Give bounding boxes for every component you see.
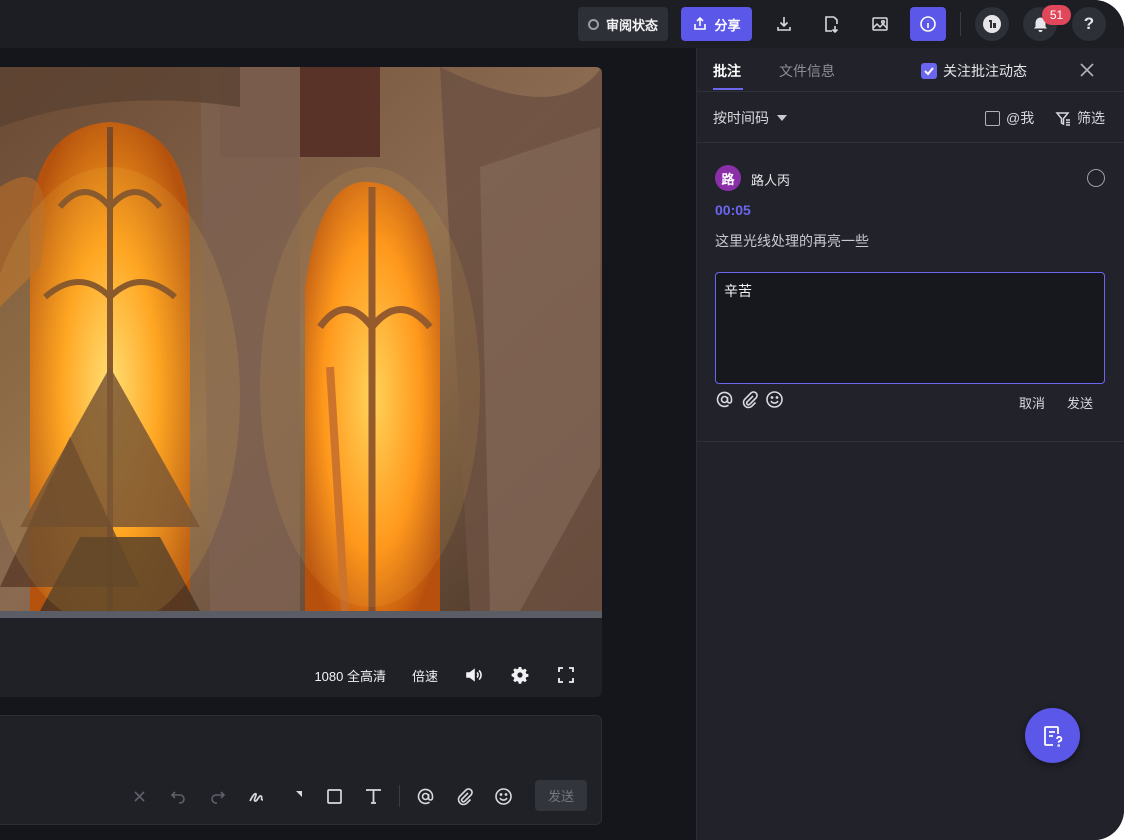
redo-button[interactable] <box>198 787 237 806</box>
arrow-icon <box>290 790 302 803</box>
composer-send-button[interactable]: 发送 <box>535 780 587 811</box>
help-feedback-button[interactable] <box>1025 708 1080 763</box>
filter-icon <box>1055 111 1070 126</box>
notification-count-badge: 51 <box>1042 5 1071 25</box>
document-question-icon <box>1043 725 1062 747</box>
follow-label: 关注批注动态 <box>943 63 1027 79</box>
freehand-draw-button[interactable] <box>237 787 276 806</box>
video-frame[interactable] <box>0 67 602 611</box>
share-label: 分享 <box>714 17 741 33</box>
undo-icon <box>170 790 185 804</box>
image-button[interactable] <box>862 7 898 41</box>
text-icon <box>366 788 381 804</box>
app-frame: 审阅状态 分享 51 ? 1080 全高清 倍速 发送 批注 文件信息 关注批注… <box>0 0 1124 840</box>
checkbox-unchecked-icon <box>985 110 1000 126</box>
emoji-button[interactable] <box>484 787 523 806</box>
sort-label: 按时间码 <box>713 110 769 126</box>
info-button[interactable] <box>910 7 946 41</box>
mention-button[interactable] <box>406 787 445 806</box>
smiley-icon <box>495 787 512 805</box>
tab-annotations[interactable]: 批注 <box>713 61 743 90</box>
playback-progress-bar[interactable] <box>0 611 602 618</box>
reply-send-button[interactable]: 发送 <box>1067 393 1093 412</box>
at-me-label: @我 <box>1006 110 1035 126</box>
arrow-tool-button[interactable] <box>276 787 315 806</box>
resolve-toggle[interactable] <box>1087 169 1105 187</box>
panel-tabs: 批注 文件信息 关注批注动态 <box>697 48 1124 92</box>
reply-cancel-button[interactable]: 取消 <box>1019 393 1045 412</box>
avatar: 路 <box>715 165 741 191</box>
sort-dropdown[interactable]: 按时间码 <box>713 108 787 128</box>
rectangle-tool-button[interactable] <box>315 787 354 806</box>
comment-text: 这里光线处理的再亮一些 <box>715 233 869 249</box>
status-ring-icon <box>587 18 599 30</box>
attachment-button[interactable] <box>445 787 484 806</box>
paperclip-icon <box>457 787 473 805</box>
review-status-label: 审阅状态 <box>605 17 658 33</box>
brand-logo-icon <box>983 15 1001 33</box>
fullscreen-button[interactable] <box>556 665 576 685</box>
text-tool-button[interactable] <box>354 787 393 806</box>
fullscreen-icon <box>558 667 574 683</box>
rectangle-icon <box>327 788 342 804</box>
settings-button[interactable] <box>510 665 530 685</box>
reply-input[interactable]: 辛苦 <box>715 272 1105 384</box>
close-icon <box>134 790 145 802</box>
follow-annotations-toggle[interactable]: 关注批注动态 <box>921 61 1027 81</box>
filter-bar: 按时间码 @我 筛选 <box>697 93 1124 143</box>
review-status-button[interactable]: 审阅状态 <box>578 7 668 41</box>
volume-icon <box>466 668 482 682</box>
video-player[interactable]: 1080 全高清 倍速 <box>0 67 602 697</box>
at-icon[interactable] <box>715 390 734 409</box>
volume-button[interactable] <box>464 665 484 685</box>
close-panel-icon[interactable] <box>1077 60 1097 80</box>
annotation-toolbar <box>120 780 523 812</box>
export-file-button[interactable] <box>813 7 849 41</box>
quality-selector[interactable]: 1080 全高清 <box>314 666 386 685</box>
speed-selector[interactable]: 倍速 <box>412 666 438 685</box>
smiley-icon[interactable] <box>765 390 784 409</box>
cathedral-scene-image <box>0 67 602 611</box>
user-avatar-button[interactable] <box>975 7 1009 41</box>
reply-toolbar <box>715 390 784 409</box>
info-icon <box>920 16 936 32</box>
video-controls: 1080 全高清 倍速 <box>0 653 602 697</box>
at-icon <box>417 788 434 804</box>
top-bar: 审阅状态 分享 51 ? <box>0 0 1124 48</box>
annotation-composer[interactable]: 发送 <box>0 715 602 825</box>
tab-file-info[interactable]: 文件信息 <box>779 61 835 81</box>
image-icon <box>872 17 888 31</box>
comment-timecode[interactable]: 00:05 <box>715 202 751 218</box>
download-icon <box>777 17 791 31</box>
gear-icon <box>511 667 529 684</box>
paperclip-icon[interactable] <box>740 390 759 409</box>
download-button[interactable] <box>766 7 802 41</box>
pen-scribble-icon <box>249 792 264 802</box>
file-download-icon <box>825 16 839 33</box>
caret-down-icon <box>777 115 787 121</box>
clear-button[interactable] <box>120 787 159 806</box>
filter-label: 筛选 <box>1077 110 1105 126</box>
share-icon <box>694 16 707 30</box>
filter-button[interactable]: 筛选 <box>1055 108 1105 128</box>
mentions-me-filter[interactable]: @我 <box>985 108 1034 128</box>
checkbox-checked-icon <box>921 63 937 79</box>
comment-author: 路人丙 <box>751 173 791 188</box>
redo-icon <box>211 790 226 804</box>
undo-button[interactable] <box>159 787 198 806</box>
toolbar-divider <box>960 12 961 36</box>
comment-item: 路 路人丙 00:05 这里光线处理的再亮一些 辛苦 取消 发送 <box>697 144 1124 442</box>
share-button[interactable]: 分享 <box>681 7 752 41</box>
toolbar-divider <box>399 785 400 807</box>
help-button[interactable]: ? <box>1072 7 1106 41</box>
